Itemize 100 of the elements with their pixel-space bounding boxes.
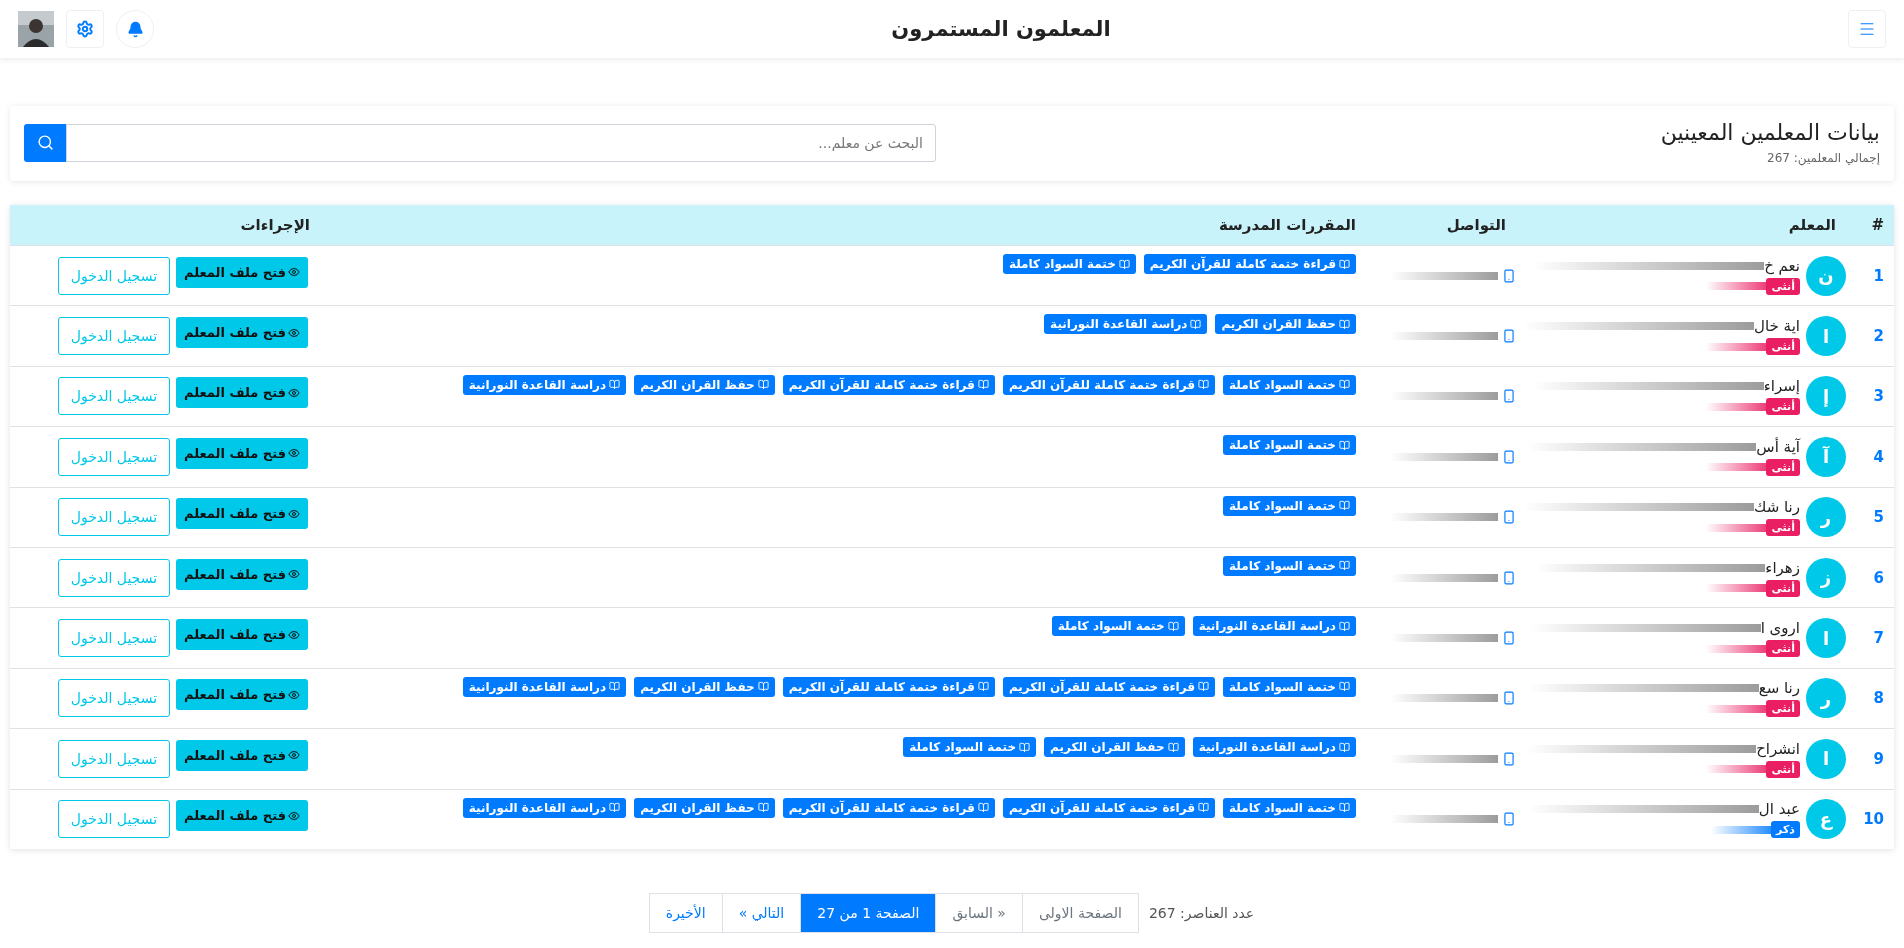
course-name: قراءة ختمة كاملة للقرآن الكريم [788, 679, 975, 694]
eye-icon [288, 688, 300, 701]
phone-icon [1502, 329, 1516, 344]
book-icon [1339, 681, 1350, 693]
settings-button[interactable] [66, 10, 104, 48]
teacher-name: زهراء [1765, 558, 1800, 577]
course-name: ختمة السواد كاملة [1229, 498, 1336, 513]
row-number: 5 [1872, 508, 1885, 527]
book-icon [757, 802, 769, 813]
book-icon [1339, 741, 1350, 753]
avatar: آ [1806, 436, 1846, 477]
book-icon [977, 681, 989, 693]
open-profile-button[interactable]: فتح ملف المعلم [176, 619, 308, 651]
page-link[interactable]: الأخيرة [648, 892, 723, 933]
row-number: 4 [1872, 447, 1885, 466]
open-profile-button[interactable]: فتح ملف المعلم [176, 739, 308, 771]
row-number: 7 [1872, 629, 1885, 648]
course-name: حفظ القران الكريم [640, 377, 755, 392]
row-number: 3 [1872, 387, 1885, 406]
teacher-name: انشراح [1756, 739, 1800, 758]
book-icon [1339, 620, 1350, 632]
notifications-button[interactable] [116, 10, 154, 48]
item-count: عدد العناصر: 267 [1148, 904, 1255, 921]
column-header: التواصل [1445, 216, 1507, 234]
book-icon [1339, 802, 1350, 813]
avatar: ر [1806, 497, 1846, 538]
book-icon [609, 379, 621, 391]
book-icon [1339, 560, 1350, 572]
book-icon [1339, 318, 1350, 330]
course-name: قراءة ختمة كاملة للقرآن الكريم [1149, 257, 1336, 271]
course-name: ختمة السواد كاملة [1229, 377, 1336, 392]
phone-icon [1502, 691, 1516, 706]
menu-icon [1858, 20, 1876, 38]
column-header: المعلم [1787, 216, 1837, 234]
row-number: 6 [1872, 568, 1885, 587]
open-profile-button[interactable]: فتح ملف المعلم [176, 498, 308, 530]
gender-badge: أنثى [1766, 700, 1800, 718]
course-name: دراسة القاعدة النورانية [1050, 317, 1188, 332]
row-number: 9 [1872, 749, 1885, 768]
page-title: المعلمون المستمرون [891, 17, 1111, 41]
course-name: حفظ القران الكريم [1050, 740, 1165, 755]
avatar: ز [1806, 557, 1846, 598]
course-name: دراسة القاعدة النورانية [468, 679, 607, 694]
search-button[interactable] [24, 123, 66, 162]
eye-icon [288, 809, 300, 822]
avatar: ن [1806, 255, 1846, 296]
page-link[interactable]: التالي » [721, 892, 802, 933]
open-profile-button[interactable]: فتح ملف المعلم [176, 256, 308, 288]
course-name: قراءة ختمة كاملة للقرآن الكريم [788, 800, 975, 815]
avatar: ا [1806, 738, 1846, 779]
gender-badge: أنثى [1766, 338, 1800, 356]
open-profile-button[interactable]: فتح ملف المعلم [176, 377, 308, 409]
book-icon [609, 802, 621, 813]
course-name: دراسة القاعدة النورانية [1198, 619, 1336, 634]
teacher-name: اروى ا [1760, 619, 1800, 638]
course-name: ختمة السواد كاملة [1229, 679, 1336, 694]
section-title: بيانات المعلمين المعينين [1660, 120, 1880, 145]
book-icon [1198, 802, 1210, 813]
course-name: ختمة السواد كاملة [1229, 558, 1336, 573]
row-number: 2 [1872, 327, 1885, 346]
page-link[interactable]: الصفحة 1 من 27 [800, 892, 937, 933]
open-profile-button[interactable]: فتح ملف المعلم [176, 558, 308, 590]
course-name: قراءة ختمة كاملة للقرآن الكريم [1008, 679, 1196, 694]
open-profile-button[interactable]: فتح ملف المعلم [176, 679, 308, 711]
open-profile-button[interactable]: فتح ملف المعلم [176, 317, 308, 349]
book-icon [977, 379, 989, 391]
book-icon [609, 681, 621, 693]
search-field[interactable]: البحث عن معلم... [66, 123, 936, 162]
book-icon [1167, 620, 1179, 632]
avatar: ا [1806, 316, 1846, 357]
gender-badge: أنثى [1766, 760, 1800, 778]
book-icon [1339, 500, 1350, 512]
course-name: قراءة ختمة كاملة للقرآن الكريم [788, 377, 975, 392]
eye-icon [288, 749, 300, 762]
phone-icon [1502, 751, 1516, 766]
book-icon [1167, 741, 1179, 753]
eye-icon [288, 568, 300, 581]
course-name: ختمة السواد كاملة [909, 740, 1017, 755]
book-icon [1198, 681, 1210, 693]
course-name: ختمة السواد كاملة [1229, 800, 1336, 815]
eye-icon [288, 386, 300, 399]
book-icon [977, 802, 989, 813]
course-name: دراسة القاعدة النورانية [1198, 740, 1336, 755]
eye-icon [288, 628, 300, 641]
eye-icon [288, 447, 300, 460]
teacher-name: رنا سع [1758, 679, 1800, 698]
gear-icon [76, 20, 94, 38]
course-name: ختمة السواد كاملة [1229, 438, 1336, 453]
open-profile-button[interactable]: فتح ملف المعلم [176, 437, 308, 469]
teacher-name: اية خال [1754, 317, 1800, 336]
course-name: دراسة القاعدة النورانية [468, 800, 607, 815]
course-name: دراسة القاعدة النورانية [468, 377, 607, 392]
phone-icon [1502, 389, 1516, 404]
total-count: إجمالي المعلمين: 267 [1766, 151, 1880, 165]
gender-badge: أنثى [1766, 579, 1800, 597]
book-icon [1339, 258, 1350, 270]
course-name: حفظ القران الكريم [1221, 317, 1336, 332]
row-number: 1 [1872, 266, 1885, 285]
open-profile-button[interactable]: فتح ملف المعلم [176, 800, 308, 832]
search-icon [36, 134, 54, 151]
